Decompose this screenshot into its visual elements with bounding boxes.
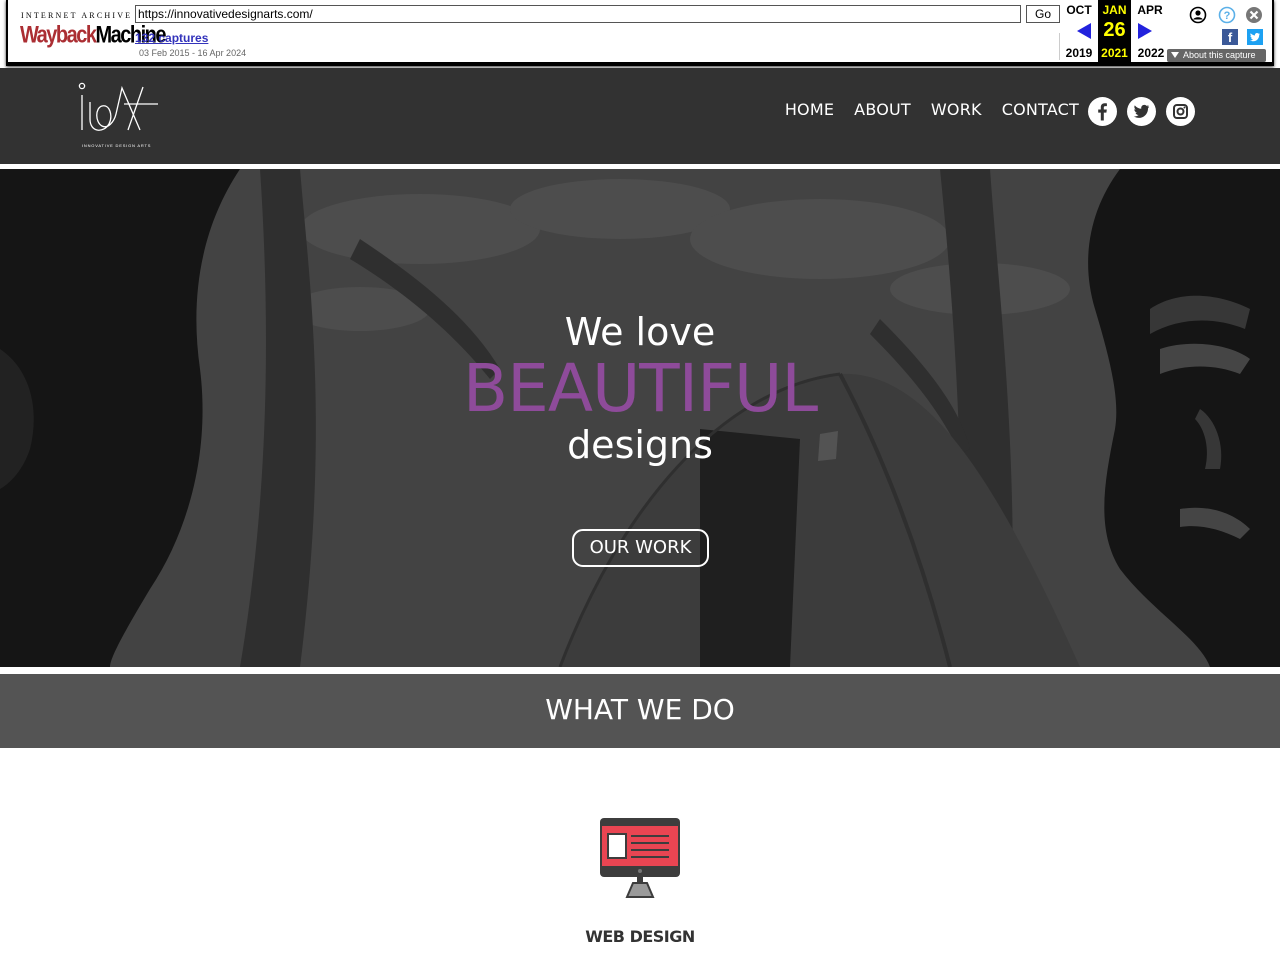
next-month-link[interactable]: APR	[1133, 3, 1167, 17]
logo-tagline: INNOVATIVE DESIGN ARTS	[82, 143, 152, 148]
hero-line-3: designs	[567, 423, 713, 467]
prev-month-link[interactable]: OCT	[1062, 3, 1096, 17]
wordmark-wayback: Wayback	[20, 22, 97, 49]
monitor-icon	[600, 818, 680, 898]
svg-text:?: ?	[1224, 10, 1231, 22]
captures-range: 03 Feb 2015 - 16 Apr 2024	[139, 48, 247, 58]
prev-year-link[interactable]: 2019	[1062, 46, 1096, 60]
ida-logo-icon	[78, 82, 158, 131]
facebook-share-icon[interactable]: f	[1222, 29, 1238, 45]
section-title: WHAT WE DO	[545, 693, 735, 726]
wayback-logo[interactable]: INTERNET ARCHIVE WaybackMachine	[20, 10, 166, 50]
what-we-do-banner: WHAT WE DO	[0, 674, 1280, 748]
current-month: JAN	[1102, 3, 1127, 17]
hero-line-1: We love	[564, 310, 716, 354]
facebook-icon[interactable]	[1088, 97, 1117, 126]
toolbar-divider	[1059, 33, 1060, 60]
about-capture-label: About this capture	[1183, 50, 1256, 60]
social-links	[1088, 97, 1195, 126]
captures-link[interactable]: 132 captures	[135, 31, 208, 45]
nav-about[interactable]: ABOUT	[854, 100, 911, 119]
twitter-icon[interactable]	[1127, 97, 1156, 126]
current-capture-date: JAN 26 2021	[1098, 0, 1131, 62]
next-year-link[interactable]: 2022	[1134, 46, 1168, 60]
main-nav: HOME ABOUT WORK CONTACT	[785, 100, 1079, 119]
prev-capture-arrow-icon[interactable]	[1077, 23, 1091, 39]
service-web-design-label[interactable]: WEB DESIGN	[0, 927, 1280, 946]
site-header: INNOVATIVE DESIGN ARTS HOME ABOUT WORK C…	[0, 68, 1280, 164]
hero-headline: BEAUTIFUL	[462, 350, 818, 427]
nav-contact[interactable]: CONTACT	[1002, 100, 1079, 119]
current-day: 26	[1103, 19, 1126, 41]
hero-divider	[0, 667, 1280, 674]
nav-work[interactable]: WORK	[931, 100, 982, 119]
instagram-icon[interactable]	[1166, 97, 1195, 126]
site-logo[interactable]: INNOVATIVE DESIGN ARTS	[78, 82, 162, 150]
user-icon[interactable]	[1189, 6, 1207, 24]
dropdown-caret-icon	[1171, 52, 1179, 58]
wayback-go-button[interactable]: Go	[1026, 5, 1060, 23]
about-capture-button[interactable]: About this capture	[1167, 49, 1266, 62]
our-work-button[interactable]: OUR WORK	[572, 529, 709, 567]
wayback-toolbar: INTERNET ARCHIVE WaybackMachine https://…	[0, 0, 1280, 68]
next-capture-arrow-icon[interactable]	[1138, 23, 1152, 39]
internet-archive-label: INTERNET ARCHIVE	[21, 11, 133, 20]
help-icon[interactable]: ?	[1218, 6, 1236, 24]
services-section: WEB DESIGN	[0, 748, 1280, 960]
wayback-url-input[interactable]: https://innovativedesignarts.com/	[135, 5, 1021, 23]
current-year: 2021	[1101, 46, 1128, 60]
close-icon[interactable]	[1245, 6, 1263, 24]
twitter-share-icon[interactable]	[1247, 29, 1263, 45]
nav-home[interactable]: HOME	[785, 100, 834, 119]
